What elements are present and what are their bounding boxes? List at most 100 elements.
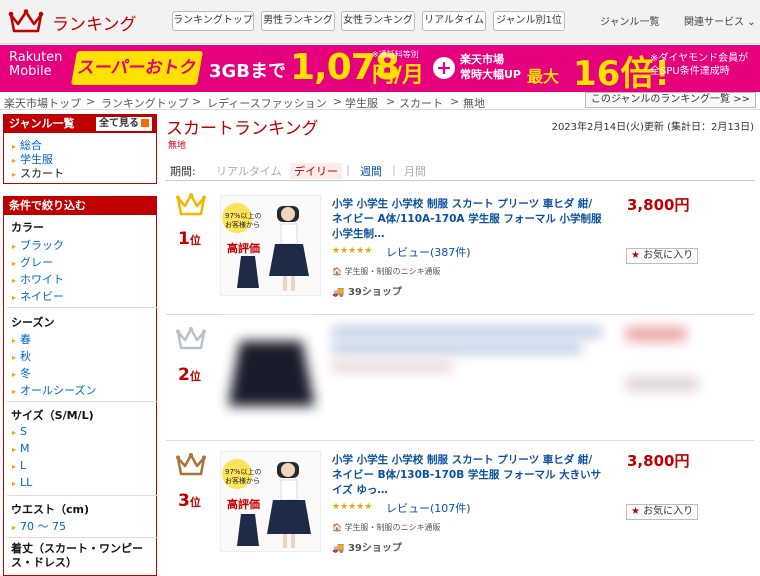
shop-icon: 🏠 <box>332 267 342 276</box>
ranking-item: 1位 97%以上の お客様から 高評価 小学 小学生 小学校 制服 スカート プ… <box>166 189 754 315</box>
product-title[interactable]: 小学 小学生 小学校 制服 スカート プリーツ 車ヒダ 紺/ネイビー A体/11… <box>332 197 602 242</box>
filter-color-item[interactable]: グレー <box>12 254 53 270</box>
promo-banner[interactable]: Rakuten Mobile スーパーおトク 3GBまで 1,078 ※通話料等別… <box>0 45 760 92</box>
filter-box-header: 条件で絞り込む <box>4 197 156 215</box>
genre-ranking-list-link[interactable]: このジャンルのランキング一覧 >> <box>584 92 756 108</box>
sidebar: ジャンル一覧 全て見る 総合 学生服 スカート 条件で絞り込む カラー ブラック… <box>0 114 158 576</box>
product-price: 3,800円 <box>627 452 690 470</box>
rank-value: 3 <box>178 491 190 511</box>
ichiba-line2: 常時大幅UP <box>460 68 521 81</box>
shop-39-badge: 🚚 39ショップ <box>332 539 402 554</box>
rank-value: 2 <box>178 365 190 385</box>
filter-color-item[interactable]: ネイビー <box>12 288 64 304</box>
nav-ranking-top[interactable]: ランキングトップ <box>172 11 254 31</box>
shop-39-badge: 🚚 39ショップ <box>332 283 402 298</box>
filter-size-item[interactable]: LL <box>12 476 32 489</box>
product-thumbnail[interactable]: 97%以上の お客様から 高評価 <box>220 195 321 296</box>
review-link[interactable]: レビュー(107件) <box>386 500 471 516</box>
genre-box-title: ジャンル一覧 <box>9 117 75 130</box>
main-content: スカートランキング 無地 2023年2月14日(火)更新 (集計日：2月13日)… <box>166 110 760 570</box>
crown-logo-icon[interactable] <box>8 9 44 39</box>
nav-male-ranking[interactable]: 男性ランキング <box>261 11 335 31</box>
filter-season-item[interactable]: 冬 <box>12 365 31 381</box>
filter-season-item[interactable]: 秋 <box>12 348 31 364</box>
breadcrumb-separator: > <box>386 95 396 108</box>
product-thumbnail[interactable]: 97%以上の お客様から 高評価 <box>220 451 321 552</box>
filter-color-item[interactable]: ホワイト <box>12 271 64 287</box>
rating-stars: ★★★★★ <box>332 246 373 256</box>
filter-size-item[interactable]: M <box>12 442 30 455</box>
divider <box>7 537 157 538</box>
truck-icon: 🚚 <box>332 287 345 298</box>
thumb-badge-text: 97%以上の お客様から <box>225 468 262 485</box>
nav-genre-list[interactable]: ジャンル一覧 <box>600 13 660 28</box>
page-subtitle: 無地 <box>168 141 187 151</box>
mobile-text: Mobile <box>9 64 52 79</box>
header: ランキング ランキングトップ 男性ランキング 女性ランキング リアルタイム ジャ… <box>0 0 760 44</box>
ranking-item: 2位 <box>166 315 754 441</box>
breadcrumb-item[interactable]: ランキングトップ <box>101 95 189 111</box>
breadcrumb-item[interactable]: レディースファッション <box>207 95 327 111</box>
thumb-badge-text: 97%以上の お客様から <box>225 212 262 229</box>
ranking-logo-text[interactable]: ランキング <box>52 10 137 35</box>
filter-color-title: カラー <box>11 221 44 234</box>
breadcrumb-separator: > <box>450 95 460 108</box>
filter-waist-title: ウエスト（cm) <box>11 503 90 516</box>
see-all-button[interactable]: 全て見る <box>96 117 152 131</box>
nav-female-ranking[interactable]: 女性ランキング <box>341 11 415 31</box>
rating-stars: ★★★★★ <box>332 502 373 512</box>
filter-size-item[interactable]: L <box>12 459 26 472</box>
tab-monthly[interactable]: 月間 <box>404 163 426 179</box>
product-title[interactable]: 小学 小学生 小学校 制服 スカート プリーツ 車ヒダ 紺/ネイビー B体/13… <box>332 453 602 498</box>
breadcrumb-separator: > <box>86 95 96 108</box>
product-image <box>228 341 315 406</box>
blurred-favorite <box>626 377 698 391</box>
nav-genre-first[interactable]: ジャンル別1位 <box>493 11 565 31</box>
shop-name-link[interactable]: 🏠 学生服・制服のニシキ通販 <box>332 266 441 277</box>
promo-diamond-note: ※ダイヤモンド会員が 全SPU条件達成時 <box>650 52 748 78</box>
add-favorite-button[interactable]: ★ お気に入り <box>626 504 698 520</box>
thumb-high-rating: 高評価 <box>227 498 260 511</box>
diamond-line1: ※ダイヤモンド会員が <box>650 53 749 64</box>
rank-number: 2位 <box>178 365 201 385</box>
page-title: スカートランキング <box>166 119 319 139</box>
star-icon: ★ <box>631 506 640 517</box>
filter-season-item[interactable]: 春 <box>12 331 31 347</box>
breadcrumb-item[interactable]: スカート <box>399 95 443 111</box>
blurred-title-line <box>332 327 602 337</box>
filter-season-item[interactable]: オールシーズン <box>12 382 96 398</box>
tab-daily[interactable]: デイリー <box>290 163 342 179</box>
filter-size-item[interactable]: S <box>12 425 27 438</box>
rank-suffix: 位 <box>189 370 201 383</box>
period-tabs: 期間: リアルタイム デイリー | 週間 | 月間 <box>166 159 754 181</box>
filter-size-title: サイズ（S/M/L) <box>11 409 94 422</box>
filter-color-item[interactable]: ブラック <box>12 237 64 253</box>
breadcrumb: 楽天市場トップ > ランキングトップ > レディースファッション > 学生服 >… <box>0 92 760 110</box>
add-favorite-button[interactable]: ★ お気に入り <box>626 248 698 264</box>
breadcrumb-item: 無地 <box>463 97 485 110</box>
see-all-label: 全て見る <box>99 118 139 129</box>
silver-crown-icon <box>176 327 206 355</box>
rank-number: 1位 <box>178 229 201 249</box>
filter-waist-item[interactable]: 70 ～ 75 <box>12 518 66 534</box>
promo-price-unit: 円/月 <box>372 63 425 88</box>
shop-name-link[interactable]: 🏠 学生服・制服のニシキ通販 <box>332 522 441 533</box>
divider <box>7 307 157 308</box>
rank-suffix: 位 <box>189 234 201 247</box>
breadcrumb-item[interactable]: 学生服 <box>345 95 378 111</box>
nav-related-services[interactable]: 関連サービス ⌄ <box>684 13 756 28</box>
tab-realtime[interactable]: リアルタイム <box>216 163 282 179</box>
shop-39-label: 39ショップ <box>347 543 402 554</box>
filter-length-title: 着丈（スカート・ワンピース・ドレス） <box>11 542 143 569</box>
nav-realtime[interactable]: リアルタイム <box>422 11 486 31</box>
breadcrumb-item[interactable]: 楽天市場トップ <box>4 95 81 111</box>
shop-name: 学生服・制服のニシキ通販 <box>344 267 441 276</box>
product-thumbnail-blurred[interactable] <box>220 321 321 422</box>
review-link[interactable]: レビュー(387件) <box>386 244 471 260</box>
tab-weekly[interactable]: 週間 <box>360 163 382 179</box>
blurred-price <box>626 327 686 341</box>
star-icon: ★ <box>631 250 640 261</box>
rank-value: 1 <box>178 229 190 249</box>
diamond-line2: 全SPU条件達成時 <box>650 66 730 77</box>
sidebar-genre-item-current[interactable]: スカート <box>12 165 64 181</box>
